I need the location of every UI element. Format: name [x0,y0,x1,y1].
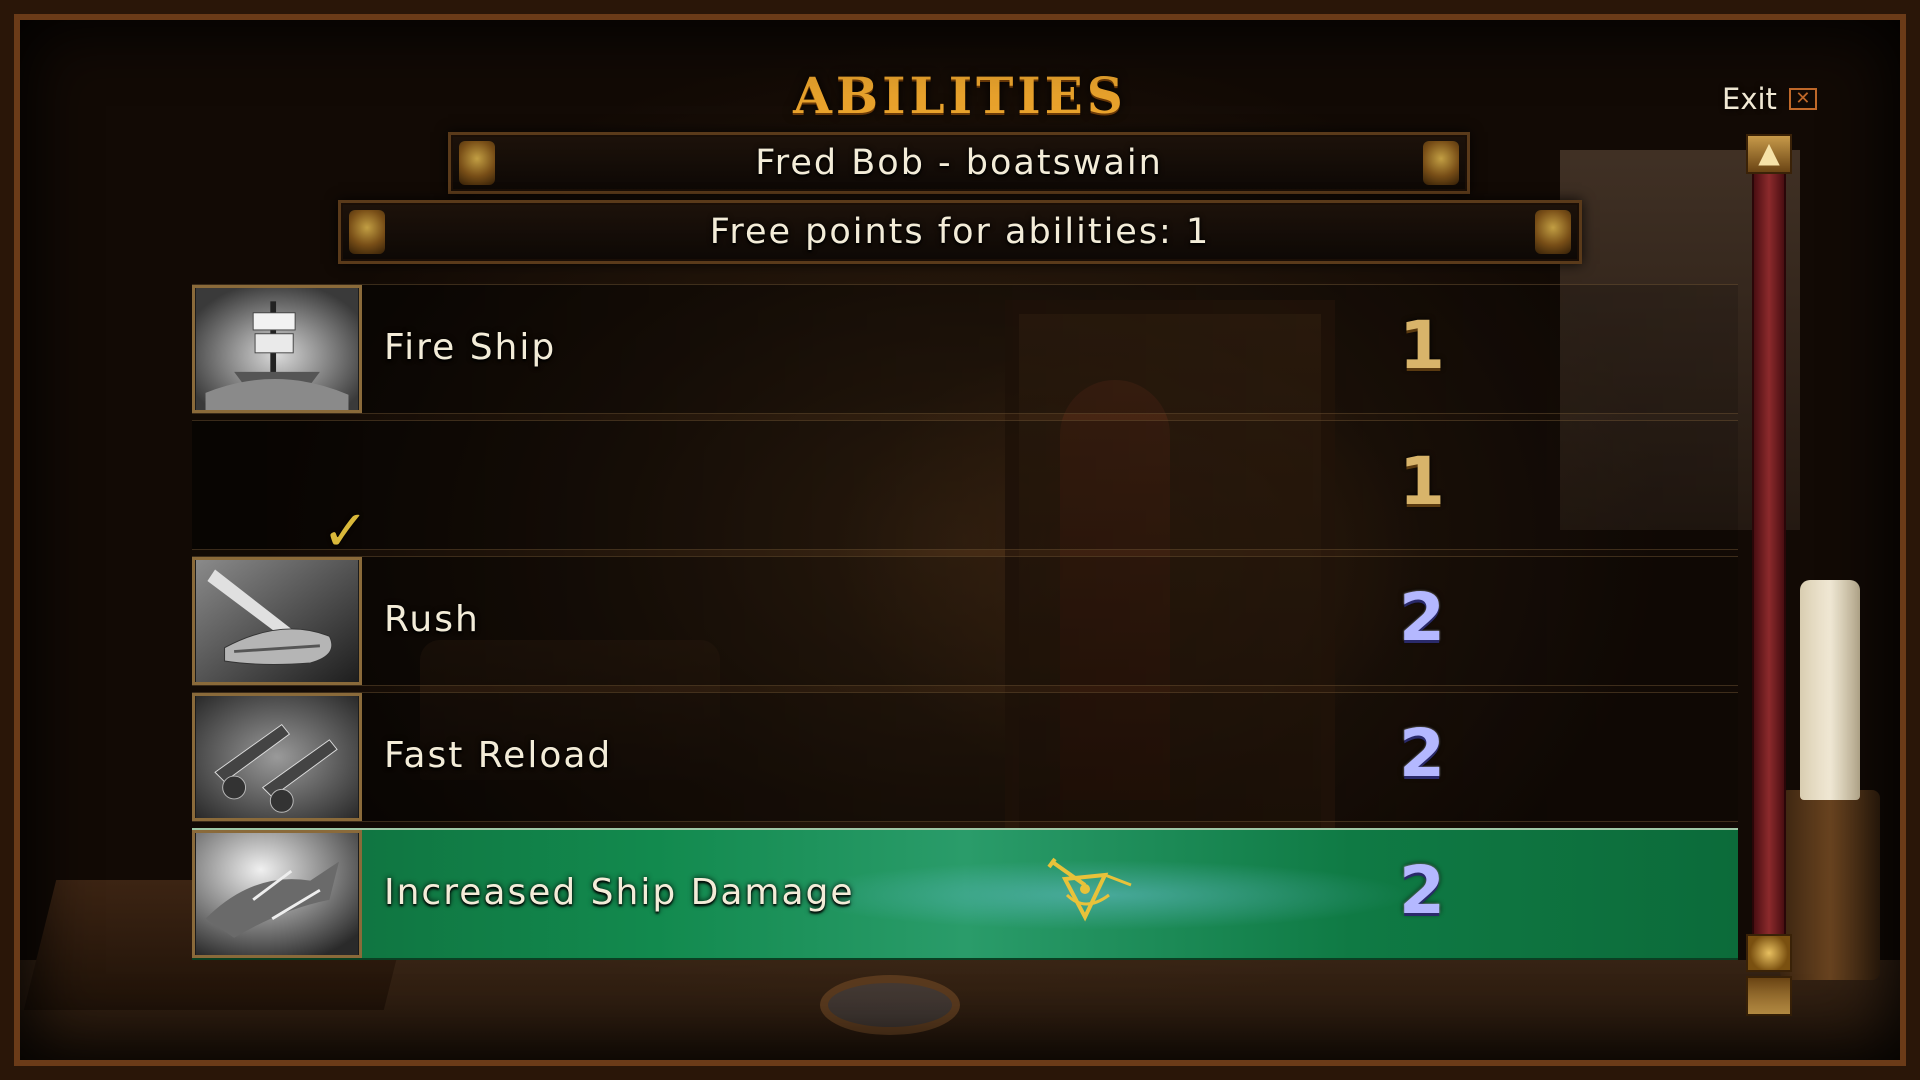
ability-name: Fast Reload [384,735,613,776]
ability-name: Rush [384,599,480,640]
ability-row-increased-ship-damage[interactable]: Increased Ship Damage 2 [192,828,1738,960]
scroll-up-arrow-icon[interactable]: ▲ [1746,134,1792,174]
ability-list: Fire Ship 1 ✓ 1 Rush 2 Fast Reload 2 Inc… [192,284,1738,960]
background-magnifier [820,975,960,1035]
scroll-down-arrow-icon[interactable] [1746,976,1792,1016]
free-points-plaque: Free points for abilities: 1 [338,200,1582,264]
fast-reload-icon [192,693,362,821]
ability-row-rush[interactable]: Rush 2 [192,556,1738,686]
abilities-screen: ABILITIES Exit ✕ Fred Bob - boatswain Fr… [0,0,1920,1080]
character-name-plaque: Fred Bob - boatswain [448,132,1470,194]
scroll-track[interactable] [1752,174,1786,954]
close-x-icon[interactable]: ✕ [1788,88,1817,110]
ability-cost: 1 [1399,443,1445,520]
ornament-icon [349,210,385,254]
ability-name: Increased Ship Damage [384,872,855,913]
ability-row-unnamed[interactable]: ✓ 1 [192,420,1738,564]
ability-row-fast-reload[interactable]: Fast Reload 2 [192,692,1738,822]
ability-cost: 2 [1399,852,1445,929]
exit-button[interactable]: Exit ✕ [1722,80,1817,118]
ability-name: Fire Ship [384,327,557,368]
fire-ship-icon [192,285,362,413]
ornament-icon [459,141,495,185]
free-points-text: Free points for abilities: 1 [709,212,1211,252]
ability-cost: 1 [1399,307,1445,384]
ability-cost: 2 [1399,579,1445,656]
increased-ship-damage-icon [192,830,362,958]
ability-list-scrollbar[interactable]: ▲ [1746,134,1792,1016]
page-title: ABILITIES [793,66,1127,125]
ornament-icon [1423,141,1459,185]
sextant-cursor-icon [1047,857,1132,922]
checkmark-icon: ✓ [322,499,369,564]
ability-cost: 2 [1399,715,1445,792]
rush-icon [192,557,362,685]
character-name: Fred Bob - boatswain [755,143,1163,183]
background-candle-holder [1780,790,1880,980]
background-candle [1800,580,1860,800]
exit-label: Exit [1722,82,1777,116]
scroll-thumb[interactable] [1746,934,1792,972]
ability-row-fire-ship[interactable]: Fire Ship 1 [192,284,1738,414]
ornament-icon [1535,210,1571,254]
